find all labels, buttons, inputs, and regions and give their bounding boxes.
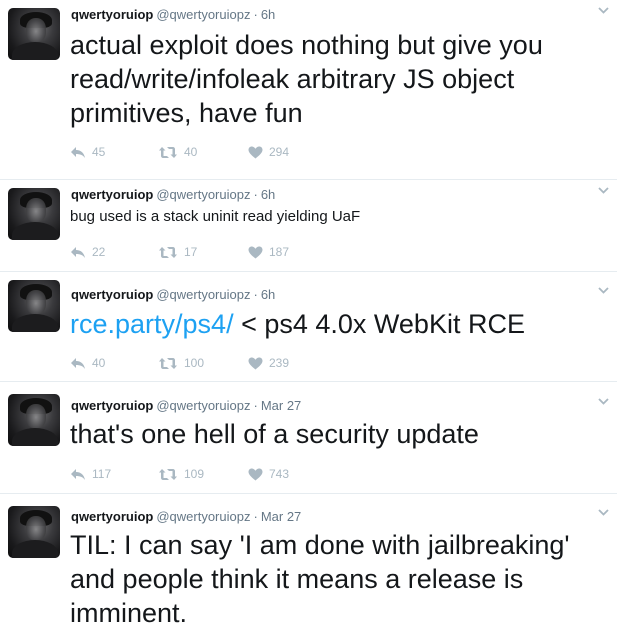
heart-icon xyxy=(248,246,263,259)
reply-icon xyxy=(70,468,86,481)
like-button[interactable]: 294 xyxy=(248,143,289,161)
reply-button[interactable]: 45 xyxy=(70,143,105,161)
like-button[interactable]: 743 xyxy=(248,465,289,483)
timestamp[interactable]: Mar 27 xyxy=(261,509,301,524)
like-count: 239 xyxy=(269,356,290,370)
retweet-count: 109 xyxy=(184,467,205,481)
username[interactable]: @qwertyoruiopz xyxy=(156,287,250,302)
tweet-text: bug used is a stack uninit read yielding… xyxy=(70,207,607,227)
tweet-header: qwertyoruiop @qwertyoruiopz · 6h xyxy=(71,6,275,24)
username[interactable]: @qwertyoruiopz xyxy=(156,187,250,202)
like-count: 743 xyxy=(269,467,290,481)
timestamp[interactable]: 6h xyxy=(261,7,275,22)
display-name[interactable]: qwertyoruiop xyxy=(71,287,153,302)
chevron-down-icon[interactable] xyxy=(597,397,609,409)
tweet-link[interactable]: rce.party/ps4/ xyxy=(70,309,234,339)
reply-button[interactable]: 40 xyxy=(70,354,105,372)
avatar[interactable] xyxy=(8,506,60,558)
tweet[interactable]: qwertyoruiop @qwertyoruiopz · 6h actual exp… xyxy=(0,0,617,180)
separator: · xyxy=(253,7,258,22)
tweet[interactable]: qwertyoruiop @qwertyoruiopz · Mar 27 that's… xyxy=(0,382,617,494)
avatar[interactable] xyxy=(8,188,60,240)
tweet-header: qwertyoruiop @qwertyoruiopz · 6h xyxy=(71,286,275,304)
tweet-body: TIL: I can say 'I am done with jailbreak… xyxy=(70,530,570,628)
reply-button[interactable]: 117 xyxy=(70,465,111,483)
avatar[interactable] xyxy=(8,394,60,446)
retweet-button[interactable]: 109 xyxy=(158,465,204,483)
display-name[interactable]: qwertyoruiop xyxy=(71,509,153,524)
reply-count: 22 xyxy=(92,245,106,259)
username[interactable]: @qwertyoruiopz xyxy=(156,7,250,22)
timestamp[interactable]: Mar 27 xyxy=(261,398,301,413)
tweet-text: actual exploit does nothing but give you… xyxy=(70,28,607,130)
retweet-icon xyxy=(158,468,178,481)
separator: · xyxy=(253,187,258,202)
like-button[interactable]: 187 xyxy=(248,243,289,261)
retweet-count: 40 xyxy=(184,145,198,159)
reply-button[interactable]: 22 xyxy=(70,243,105,261)
chevron-down-icon[interactable] xyxy=(597,286,609,298)
heart-icon xyxy=(248,357,263,370)
tweet-text: that's one hell of a security update xyxy=(70,417,607,451)
like-count: 294 xyxy=(269,145,290,159)
chevron-down-icon[interactable] xyxy=(597,6,609,18)
avatar[interactable] xyxy=(8,280,60,332)
retweet-icon xyxy=(158,246,178,259)
tweet-header: qwertyoruiop @qwertyoruiopz · Mar 27 xyxy=(71,508,301,526)
like-count: 187 xyxy=(269,245,290,259)
tweet-body: < ps4 4.0x WebKit RCE xyxy=(233,309,525,339)
tweet-header: qwertyoruiop @qwertyoruiopz · 6h xyxy=(71,186,275,204)
timestamp[interactable]: 6h xyxy=(261,187,275,202)
retweet-button[interactable]: 17 xyxy=(158,243,197,261)
reply-count: 45 xyxy=(92,145,106,159)
display-name[interactable]: qwertyoruiop xyxy=(71,398,153,413)
retweet-button[interactable]: 100 xyxy=(158,354,204,372)
reply-count: 40 xyxy=(92,356,106,370)
avatar[interactable] xyxy=(8,8,60,60)
retweet-button[interactable]: 40 xyxy=(158,143,197,161)
tweet[interactable]: qwertyoruiop @qwertyoruiopz · Mar 27 TIL: I… xyxy=(0,494,617,636)
separator: · xyxy=(253,287,258,302)
like-button[interactable]: 239 xyxy=(248,354,289,372)
retweet-count: 17 xyxy=(184,245,198,259)
reply-count: 117 xyxy=(92,467,112,481)
tweet-text: TIL: I can say 'I am done with jailbreak… xyxy=(70,528,607,630)
heart-icon xyxy=(248,146,263,159)
tweet-body: bug used is a stack uninit read yielding… xyxy=(70,208,361,225)
heart-icon xyxy=(248,468,263,481)
chevron-down-icon[interactable] xyxy=(597,508,609,520)
display-name[interactable]: qwertyoruiop xyxy=(71,187,153,202)
retweet-count: 100 xyxy=(184,356,205,370)
retweet-icon xyxy=(158,146,178,159)
reply-icon xyxy=(70,146,86,159)
timestamp[interactable]: 6h xyxy=(261,287,275,302)
separator: · xyxy=(253,398,258,413)
tweet-text: rce.party/ps4/ < ps4 4.0x WebKit RCE xyxy=(70,307,607,341)
chevron-down-icon[interactable] xyxy=(597,186,609,198)
reply-icon xyxy=(70,357,86,370)
tweet[interactable]: qwertyoruiop @qwertyoruiopz · 6h bug used i… xyxy=(0,180,617,272)
username[interactable]: @qwertyoruiopz xyxy=(156,509,250,524)
username[interactable]: @qwertyoruiopz xyxy=(156,398,250,413)
tweet[interactable]: qwertyoruiop @qwertyoruiopz · 6h rce.party/… xyxy=(0,272,617,382)
separator: · xyxy=(253,509,258,524)
display-name[interactable]: qwertyoruiop xyxy=(71,7,153,22)
tweet-header: qwertyoruiop @qwertyoruiopz · Mar 27 xyxy=(71,397,301,415)
tweet-body: that's one hell of a security update xyxy=(70,419,479,449)
reply-icon xyxy=(70,246,86,259)
retweet-icon xyxy=(158,357,178,370)
tweet-body: actual exploit does nothing but give you… xyxy=(70,30,543,128)
